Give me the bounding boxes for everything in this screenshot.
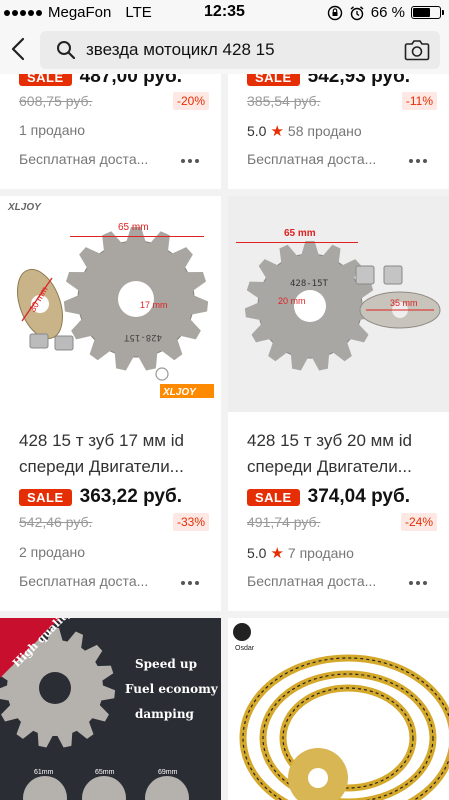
size-label: 69mm	[158, 769, 178, 776]
shipping-info: Бесплатная доста...	[19, 151, 149, 167]
sold-count: 5.0 ★ 7 продано	[247, 544, 354, 562]
search-header: звезда мотоцикл 428 15	[0, 24, 449, 74]
product-card[interactable]: High quality Speed up Fuel economy dampi…	[0, 618, 221, 800]
sale-badge: SALE	[247, 488, 300, 506]
dimension-label: 17 mm	[140, 300, 168, 310]
battery-percent: 66 %	[370, 4, 405, 21]
product-grid: SALE 487,00 руб. 608,75 руб. -20% 1 прод…	[0, 74, 449, 800]
size-label: 65mm	[95, 769, 115, 776]
product-title: 428 15 т зуб 20 мм id спереди Двигатели.…	[247, 431, 412, 476]
old-price: 385,54 руб.	[247, 93, 321, 109]
camera-icon[interactable]	[404, 39, 430, 61]
sold-text: 58 продано	[287, 123, 362, 139]
price-row: SALE 374,04 руб.	[247, 486, 410, 508]
shipping-info: Бесплатная доста...	[247, 151, 377, 167]
battery-icon	[411, 6, 444, 19]
brand-logo: XLJOY	[7, 202, 42, 213]
brand-keychain: XLJOY	[162, 387, 197, 398]
sold-text: 1 продано	[19, 122, 85, 138]
product-card[interactable]: Osdar	[228, 618, 449, 800]
star-icon: ★	[270, 545, 284, 562]
sale-badge: SALE	[19, 488, 72, 506]
search-icon	[57, 41, 76, 60]
size-label: 61mm	[34, 769, 54, 776]
search-query: звезда мотоцикл 428 15	[86, 40, 275, 59]
search-input[interactable]: звезда мотоцикл 428 15	[40, 31, 440, 69]
rating-value: 5.0	[247, 123, 267, 139]
more-options-icon[interactable]	[409, 581, 427, 585]
sold-text: 2 продано	[19, 544, 85, 560]
old-price: 608,75 руб.	[19, 93, 93, 109]
product-title: 428 15 т зуб 17 мм id спереди Двигатели.…	[19, 431, 184, 476]
lock-rotation-icon	[327, 5, 342, 20]
feature-1: Speed up	[135, 657, 197, 671]
old-price: 542,46 руб.	[19, 514, 93, 530]
feature-2: Fuel economy	[125, 682, 219, 696]
shipping-info: Бесплатная доста...	[19, 573, 149, 589]
dimension-label: 65 mm	[284, 228, 316, 239]
price: 487,00 руб.	[79, 74, 183, 87]
product-image[interactable]: XLJOY 30 mm 428-15T 65 mm 17 mm XLJOY	[0, 196, 221, 412]
discount-badge: -24%	[400, 513, 437, 531]
part-code: 428-15T	[123, 332, 162, 342]
product-image[interactable]: High quality Speed up Fuel economy dampi…	[0, 618, 221, 800]
more-options-icon[interactable]	[409, 159, 427, 163]
product-card[interactable]: SALE 542,93 руб. 385,54 руб. -11% 5.0 ★ …	[228, 74, 449, 189]
status-right: 66 %	[327, 4, 444, 21]
product-card[interactable]: SALE 487,00 руб. 608,75 руб. -20% 1 прод…	[0, 74, 221, 189]
sold-count: 1 продано	[19, 122, 85, 138]
dimension-label: 20 mm	[278, 296, 306, 306]
price-row: SALE 363,22 руб.	[19, 486, 182, 508]
rating-value: 5.0	[247, 545, 267, 561]
brand-logo: Osdar	[235, 645, 255, 652]
status-bar: MegaFon LTE 12:35 66 %	[0, 0, 449, 24]
sold-count: 5.0 ★ 58 продано	[247, 122, 362, 140]
sale-badge: SALE	[19, 74, 72, 86]
dimension-label: 65 mm	[118, 222, 149, 233]
discount-badge: -33%	[172, 513, 209, 531]
dimension-label: 35 mm	[390, 298, 418, 308]
price: 363,22 руб.	[79, 486, 183, 507]
product-card[interactable]: XLJOY 30 mm 428-15T 65 mm 17 mm XLJOY 42…	[0, 196, 221, 611]
back-arrow-icon[interactable]	[6, 34, 30, 64]
price: 542,93 руб.	[307, 74, 411, 87]
discount-badge: -11%	[401, 92, 437, 110]
price-row: SALE 487,00 руб.	[19, 74, 182, 88]
discount-badge: -20%	[172, 92, 209, 110]
price-row: SALE 542,93 руб.	[247, 74, 410, 88]
sold-text: 7 продано	[287, 545, 354, 561]
product-image[interactable]: Osdar	[228, 618, 449, 800]
sold-count: 2 продано	[19, 544, 85, 560]
old-price: 491,74 руб.	[247, 514, 321, 530]
sale-badge: SALE	[247, 74, 300, 86]
product-card[interactable]: 428-15T 65 mm 20 mm 35 mm 428 15 т зуб 2…	[228, 196, 449, 611]
part-code: 428-15T	[290, 279, 329, 289]
more-options-icon[interactable]	[181, 581, 199, 585]
price: 374,04 руб.	[307, 486, 411, 507]
star-icon: ★	[270, 123, 284, 140]
more-options-icon[interactable]	[181, 159, 199, 163]
product-image[interactable]: 428-15T 65 mm 20 mm 35 mm	[228, 196, 449, 412]
shipping-info: Бесплатная доста...	[247, 573, 377, 589]
feature-3: damping	[135, 707, 195, 721]
alarm-icon	[350, 5, 364, 20]
